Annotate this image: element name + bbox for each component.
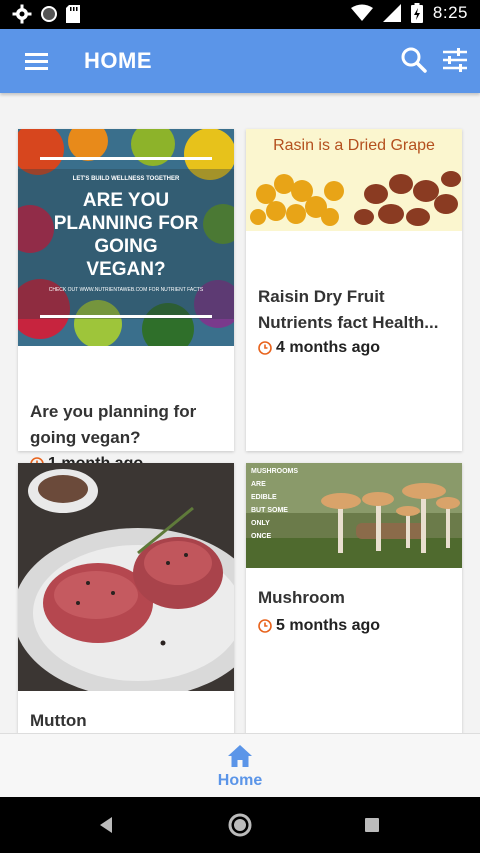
svg-text:VEGAN?: VEGAN?	[86, 259, 165, 280]
post-card-vegan[interactable]: LET'S BUILD WELLNESS TOGETHER ARE YOU PL…	[18, 129, 234, 472]
status-time: 8:25	[432, 3, 468, 22]
post-title: Mutton	[30, 711, 87, 730]
bottom-nav: Home	[0, 733, 480, 798]
svg-text:ONCE: ONCE	[251, 533, 272, 540]
post-time: 4 months ago	[258, 339, 380, 357]
svg-text:PLANNING FOR: PLANNING FOR	[54, 213, 199, 234]
mushroom-image: MUSHROOMS ARE EDIBLE BUT SOME ONLY ONCE	[246, 463, 462, 568]
home-button-icon[interactable]	[228, 813, 252, 837]
post-time-label: 5 months ago	[276, 617, 381, 634]
svg-text:GOING: GOING	[94, 236, 157, 257]
mutton-image	[18, 463, 234, 691]
svg-text:EDIBLE: EDIBLE	[251, 494, 277, 501]
gear-icon	[12, 4, 32, 24]
svg-text:MUSHROOMS: MUSHROOMS	[251, 468, 298, 475]
raisin-image: Rasin is a Dried Grape	[246, 129, 462, 231]
clock-icon	[258, 341, 272, 355]
svg-text:ARE: ARE	[251, 481, 266, 488]
signal-icon	[382, 4, 401, 22]
recents-icon[interactable]	[363, 816, 381, 834]
post-time: 5 months ago	[258, 617, 380, 635]
svg-text:ONLY: ONLY	[251, 520, 270, 527]
svg-text:ARE YOU: ARE YOU	[83, 190, 169, 211]
sd-card-icon	[66, 5, 80, 23]
svg-text:BUT SOME: BUT SOME	[251, 507, 288, 514]
post-card-raisin[interactable]: Rasin is a Dried Grape Raisin Dry Fruit …	[246, 129, 462, 451]
tab-home-label: Home	[217, 772, 263, 789]
post-grid: LET'S BUILD WELLNESS TOGETHER ARE YOU PL…	[0, 93, 480, 733]
menu-icon[interactable]	[24, 49, 50, 73]
post-time-label: 4 months ago	[276, 339, 381, 356]
app-bar: HOME	[0, 29, 480, 93]
page-title: HOME	[84, 48, 152, 73]
clock-icon	[258, 619, 272, 633]
vegan-image-top-text: LET'S BUILD WELLNESS TOGETHER	[73, 176, 180, 182]
wifi-icon	[350, 4, 373, 21]
post-title: Mushroom	[258, 588, 345, 607]
search-icon[interactable]	[399, 45, 429, 75]
battery-icon	[410, 3, 423, 23]
vegan-image: LET'S BUILD WELLNESS TOGETHER ARE YOU PL…	[18, 129, 234, 346]
vegan-image-bottom-text: CHECK OUT WWW.NUTRIENTAWEB.COM FOR NUTRI…	[49, 287, 204, 293]
post-title: Are you planning for going vegan?	[30, 402, 197, 447]
circle-icon	[41, 6, 57, 22]
post-title: Raisin Dry Fruit Nutrients fact Health..…	[258, 287, 439, 332]
post-card-mushroom[interactable]: MUSHROOMS ARE EDIBLE BUT SOME ONLY ONCE …	[246, 463, 462, 733]
filter-icon[interactable]	[440, 45, 470, 75]
post-card-mutton[interactable]: Mutton	[18, 463, 234, 733]
raisin-image-caption: Rasin is a Dried Grape	[273, 137, 435, 154]
status-bar: 8:25	[0, 0, 480, 29]
back-icon[interactable]	[97, 815, 117, 835]
home-icon	[228, 745, 252, 767]
system-nav-bar	[0, 797, 480, 853]
tab-home[interactable]: Home	[200, 740, 280, 794]
